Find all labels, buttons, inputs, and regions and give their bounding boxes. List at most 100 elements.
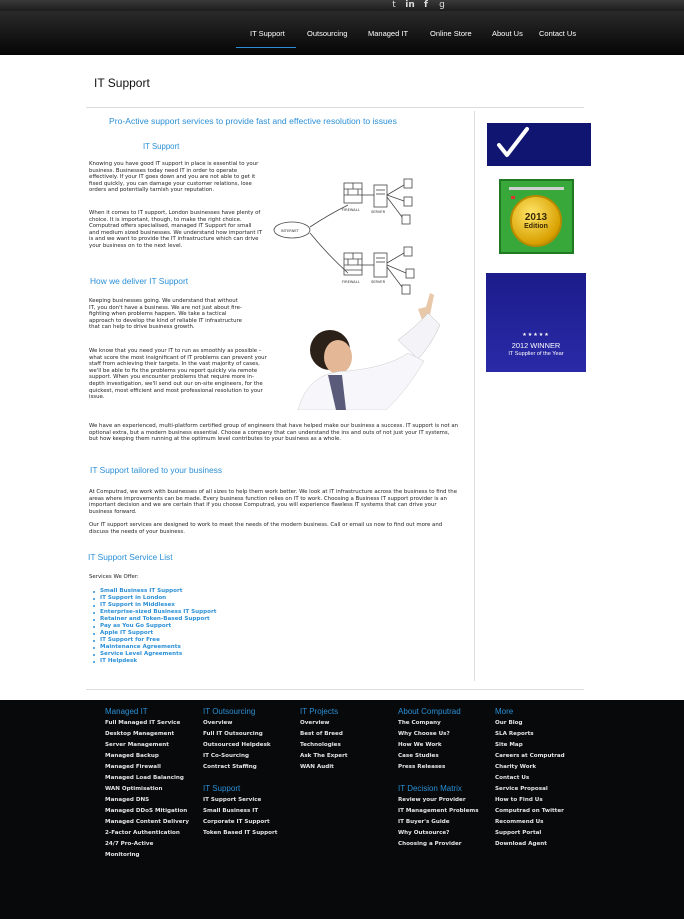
footer-link[interactable]: Careers at Computrad [495, 751, 565, 762]
paragraph: We have an experienced, multi-platform c… [89, 423, 459, 443]
service-link[interactable]: Enterprise-sized Business IT Support [92, 609, 292, 616]
service-link[interactable]: Small Business IT Support [92, 588, 292, 595]
footer-link[interactable]: 24/7 Pro-Active [105, 839, 189, 850]
checkmark-badge[interactable] [487, 123, 591, 166]
footer: Managed IT Full Managed IT Service Deskt… [0, 700, 684, 919]
service-link[interactable]: IT Support for Free [92, 637, 292, 644]
footer-heading[interactable]: Managed IT [105, 706, 189, 718]
service-link[interactable]: IT Support in London [92, 595, 292, 602]
footer-link[interactable]: Monitoring [105, 850, 189, 861]
footer-link[interactable]: Recommend Us [495, 817, 565, 828]
service-link[interactable]: IT Support in Middlesex [92, 602, 292, 609]
nav-contact-us[interactable]: Contact Us [539, 29, 576, 38]
main-navigation: IT Support Outsourcing Managed IT Online… [0, 11, 684, 55]
footer-link[interactable]: Why Outsource? [398, 828, 479, 839]
nav-it-support[interactable]: IT Support [250, 29, 285, 38]
footer-link[interactable]: Ask The Expert [300, 751, 348, 762]
footer-link[interactable]: Why Choose Us? [398, 729, 461, 740]
linkedin-icon[interactable]: in [404, 0, 416, 10]
footer-link[interactable]: Full Managed IT Service [105, 718, 189, 729]
diagram-label: INTERNET [281, 229, 300, 233]
seal-year: 2013 [524, 212, 548, 223]
footer-link[interactable]: WAN Audit [300, 762, 348, 773]
footer-link[interactable]: IT Support Service [203, 795, 277, 806]
service-link[interactable]: Pay as You Go Support [92, 623, 292, 630]
footer-link[interactable]: The Company [398, 718, 461, 729]
footer-link[interactable]: Managed Firewall [105, 762, 189, 773]
footer-link[interactable]: Choosing a Provider [398, 839, 479, 850]
footer-link[interactable]: Case Studies [398, 751, 461, 762]
footer-link[interactable]: IT Management Problems [398, 806, 479, 817]
footer-link[interactable]: Managed Load Balancing [105, 773, 189, 784]
footer-link[interactable]: Service Proposal [495, 784, 565, 795]
footer-link[interactable]: Computrad on Twitter [495, 806, 565, 817]
sidebar-divider [474, 111, 475, 681]
footer-heading[interactable]: More [495, 706, 565, 718]
facebook-icon[interactable]: f [420, 0, 432, 10]
section-heading-it-support: IT Support [143, 142, 180, 151]
footer-link[interactable]: Managed Backup [105, 751, 189, 762]
service-link[interactable]: Retainer and Token-Based Support [92, 616, 292, 623]
footer-link[interactable]: Overview [300, 718, 348, 729]
footer-link[interactable]: Managed DNS [105, 795, 189, 806]
gold-seal: 2013 Edition [510, 195, 562, 247]
footer-link[interactable]: SLA Reports [495, 729, 565, 740]
footer-link[interactable]: Overview [203, 718, 271, 729]
footer-link[interactable]: Full IT Outsourcing [203, 729, 271, 740]
footer-link[interactable]: Download Agent [495, 839, 565, 850]
footer-link[interactable]: Review your Provider [398, 795, 479, 806]
winner-title: 2012 WINNER [511, 341, 561, 350]
businessman-figure [297, 293, 441, 410]
footer-link[interactable]: Managed DDoS Mitigation [105, 806, 189, 817]
footer-link[interactable]: Support Portal [495, 828, 565, 839]
edition-2013-badge[interactable]: 2013 Edition [499, 179, 574, 254]
diagram-label: SERVER [371, 280, 386, 284]
section-heading-tailored: IT Support tailored to your business [90, 465, 223, 475]
footer-link[interactable]: Server Management [105, 740, 189, 751]
nav-online-store[interactable]: Online Store [430, 29, 472, 38]
winner-stars: ★★★★★ [522, 332, 550, 338]
footer-link[interactable]: Technologies [300, 740, 348, 751]
footer-link[interactable]: IT Buyer's Guide [398, 817, 479, 828]
footer-heading[interactable]: IT Decision Matrix [398, 783, 479, 795]
footer-link[interactable]: How to Find Us [495, 795, 565, 806]
footer-link[interactable]: Managed Content Delivery [105, 817, 189, 828]
twitter-icon[interactable]: t [388, 0, 400, 10]
footer-heading[interactable]: IT Projects [300, 706, 348, 718]
footer-link[interactable]: Desktop Management [105, 729, 189, 740]
paragraph: At Computrad, we work with businesses of… [89, 489, 458, 515]
footer-link[interactable]: Contract Staffing [203, 762, 271, 773]
nav-about-us[interactable]: About Us [492, 29, 523, 38]
service-link[interactable]: Apple IT Support [92, 630, 292, 637]
nav-outsourcing[interactable]: Outsourcing [307, 29, 347, 38]
footer-link[interactable]: WAN Optimisation [105, 784, 189, 795]
footer-link[interactable]: Our Blog [495, 718, 565, 729]
footer-heading[interactable]: IT Support [203, 783, 277, 795]
service-link[interactable]: IT Helpdesk [92, 658, 292, 665]
footer-link[interactable]: Charity Work [495, 762, 565, 773]
footer-link[interactable]: Contact Us [495, 773, 565, 784]
page-title: IT Support [94, 76, 150, 90]
winner-2012-badge[interactable]: ★★★★★ 2012 WINNER IT Supplier of the Yea… [486, 273, 586, 372]
footer-heading[interactable]: IT Outsourcing [203, 706, 271, 718]
footer-link[interactable]: Corporate IT Support [203, 817, 277, 828]
footer-heading[interactable]: About Computrad [398, 706, 461, 718]
footer-link[interactable]: 2-Factor Authentication [105, 828, 189, 839]
footer-column-more: More Our Blog SLA Reports Site Map Caree… [495, 706, 565, 850]
nav-managed-it[interactable]: Managed IT [368, 29, 408, 38]
service-link[interactable]: Service Level Agreements [92, 651, 292, 658]
google-plus-icon[interactable]: g [436, 0, 448, 10]
footer-column-it-outsourcing: IT Outsourcing Overview Full IT Outsourc… [203, 706, 271, 773]
footer-link[interactable]: Token Based IT Support [203, 828, 277, 839]
footer-link[interactable]: Best of Breed [300, 729, 348, 740]
footer-link[interactable]: Press Releases [398, 762, 461, 773]
footer-column-it-decision-matrix: IT Decision Matrix Review your Provider … [398, 783, 479, 850]
server-top [373, 184, 388, 208]
footer-link[interactable]: Site Map [495, 740, 565, 751]
winner-subtitle: IT Supplier of the Year [508, 351, 564, 357]
footer-link[interactable]: How We Work [398, 740, 461, 751]
service-link[interactable]: Maintenance Agreements [92, 644, 292, 651]
footer-link[interactable]: Small Business IT [203, 806, 277, 817]
footer-link[interactable]: Outsourced Helpdesk [203, 740, 271, 751]
footer-link[interactable]: IT Co-Sourcing [203, 751, 271, 762]
